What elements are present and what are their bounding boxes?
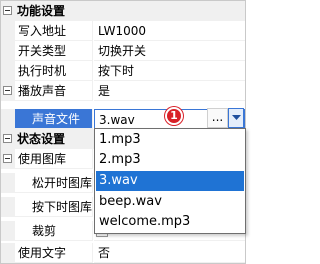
row-margin bbox=[1, 81, 15, 101]
collapse-icon[interactable] bbox=[3, 6, 12, 15]
property-name: 写入地址 bbox=[15, 21, 93, 41]
chevron-down-icon bbox=[232, 115, 241, 120]
sound-file-dropdown: 1.mp3 2.mp3 3.wav beep.wav welcome.mp3 bbox=[94, 128, 246, 234]
row-margin bbox=[1, 173, 15, 193]
property-row-write-address[interactable]: 写入地址 LW1000 bbox=[1, 21, 245, 41]
row-margin bbox=[1, 243, 15, 263]
property-row-play-sound[interactable]: 播放声音 是 bbox=[1, 81, 245, 101]
property-row-exec-timing[interactable]: 执行时机 按下时 bbox=[1, 61, 245, 81]
dropdown-option[interactable]: 2.mp3 bbox=[96, 150, 244, 170]
property-value[interactable]: 是 bbox=[94, 81, 245, 101]
property-name: 使用图库 bbox=[15, 149, 93, 169]
property-value[interactable]: LW1000 bbox=[94, 21, 245, 41]
dropdown-option-selected[interactable]: 3.wav bbox=[96, 171, 244, 191]
property-name: 播放声音 bbox=[15, 81, 93, 101]
row-margin bbox=[1, 61, 15, 81]
collapse-icon[interactable] bbox=[3, 154, 12, 163]
property-name: 裁剪 bbox=[15, 221, 93, 241]
dropdown-option[interactable]: 1.mp3 bbox=[96, 130, 244, 150]
collapse-icon[interactable] bbox=[3, 86, 12, 95]
property-name: 开关类型 bbox=[15, 41, 93, 61]
dropdown-option[interactable]: beep.wav bbox=[96, 192, 244, 212]
property-name: 声音文件 bbox=[15, 109, 93, 129]
property-row-use-text[interactable]: 使用文字 否 bbox=[1, 243, 245, 263]
property-name: 按下时图库 bbox=[15, 197, 93, 217]
row-margin bbox=[1, 109, 15, 129]
category-label: 功能设置 bbox=[17, 4, 66, 18]
dropdown-toggle-button[interactable] bbox=[228, 108, 244, 128]
property-name: 使用文字 bbox=[15, 243, 93, 263]
row-margin bbox=[1, 149, 15, 169]
collapse-icon[interactable] bbox=[3, 134, 12, 143]
category-function-settings[interactable]: 功能设置 bbox=[1, 1, 245, 21]
property-row-switch-type[interactable]: 开关类型 切换开关 bbox=[1, 41, 245, 61]
property-value[interactable]: 切换开关 bbox=[94, 41, 245, 61]
category-label: 状态设置 bbox=[17, 132, 66, 146]
row-margin bbox=[1, 197, 15, 217]
property-name: 执行时机 bbox=[15, 61, 93, 81]
row-margin bbox=[1, 41, 15, 61]
property-value[interactable]: 按下时 bbox=[94, 61, 245, 81]
property-value[interactable]: 否 bbox=[94, 243, 245, 263]
annotation-badge: 1 bbox=[165, 107, 183, 125]
property-name: 松开时图库 bbox=[15, 173, 93, 193]
row-margin bbox=[1, 221, 15, 241]
dropdown-option[interactable]: welcome.mp3 bbox=[96, 212, 244, 232]
row-margin bbox=[1, 21, 15, 41]
browse-button[interactable]: ... bbox=[207, 108, 228, 128]
